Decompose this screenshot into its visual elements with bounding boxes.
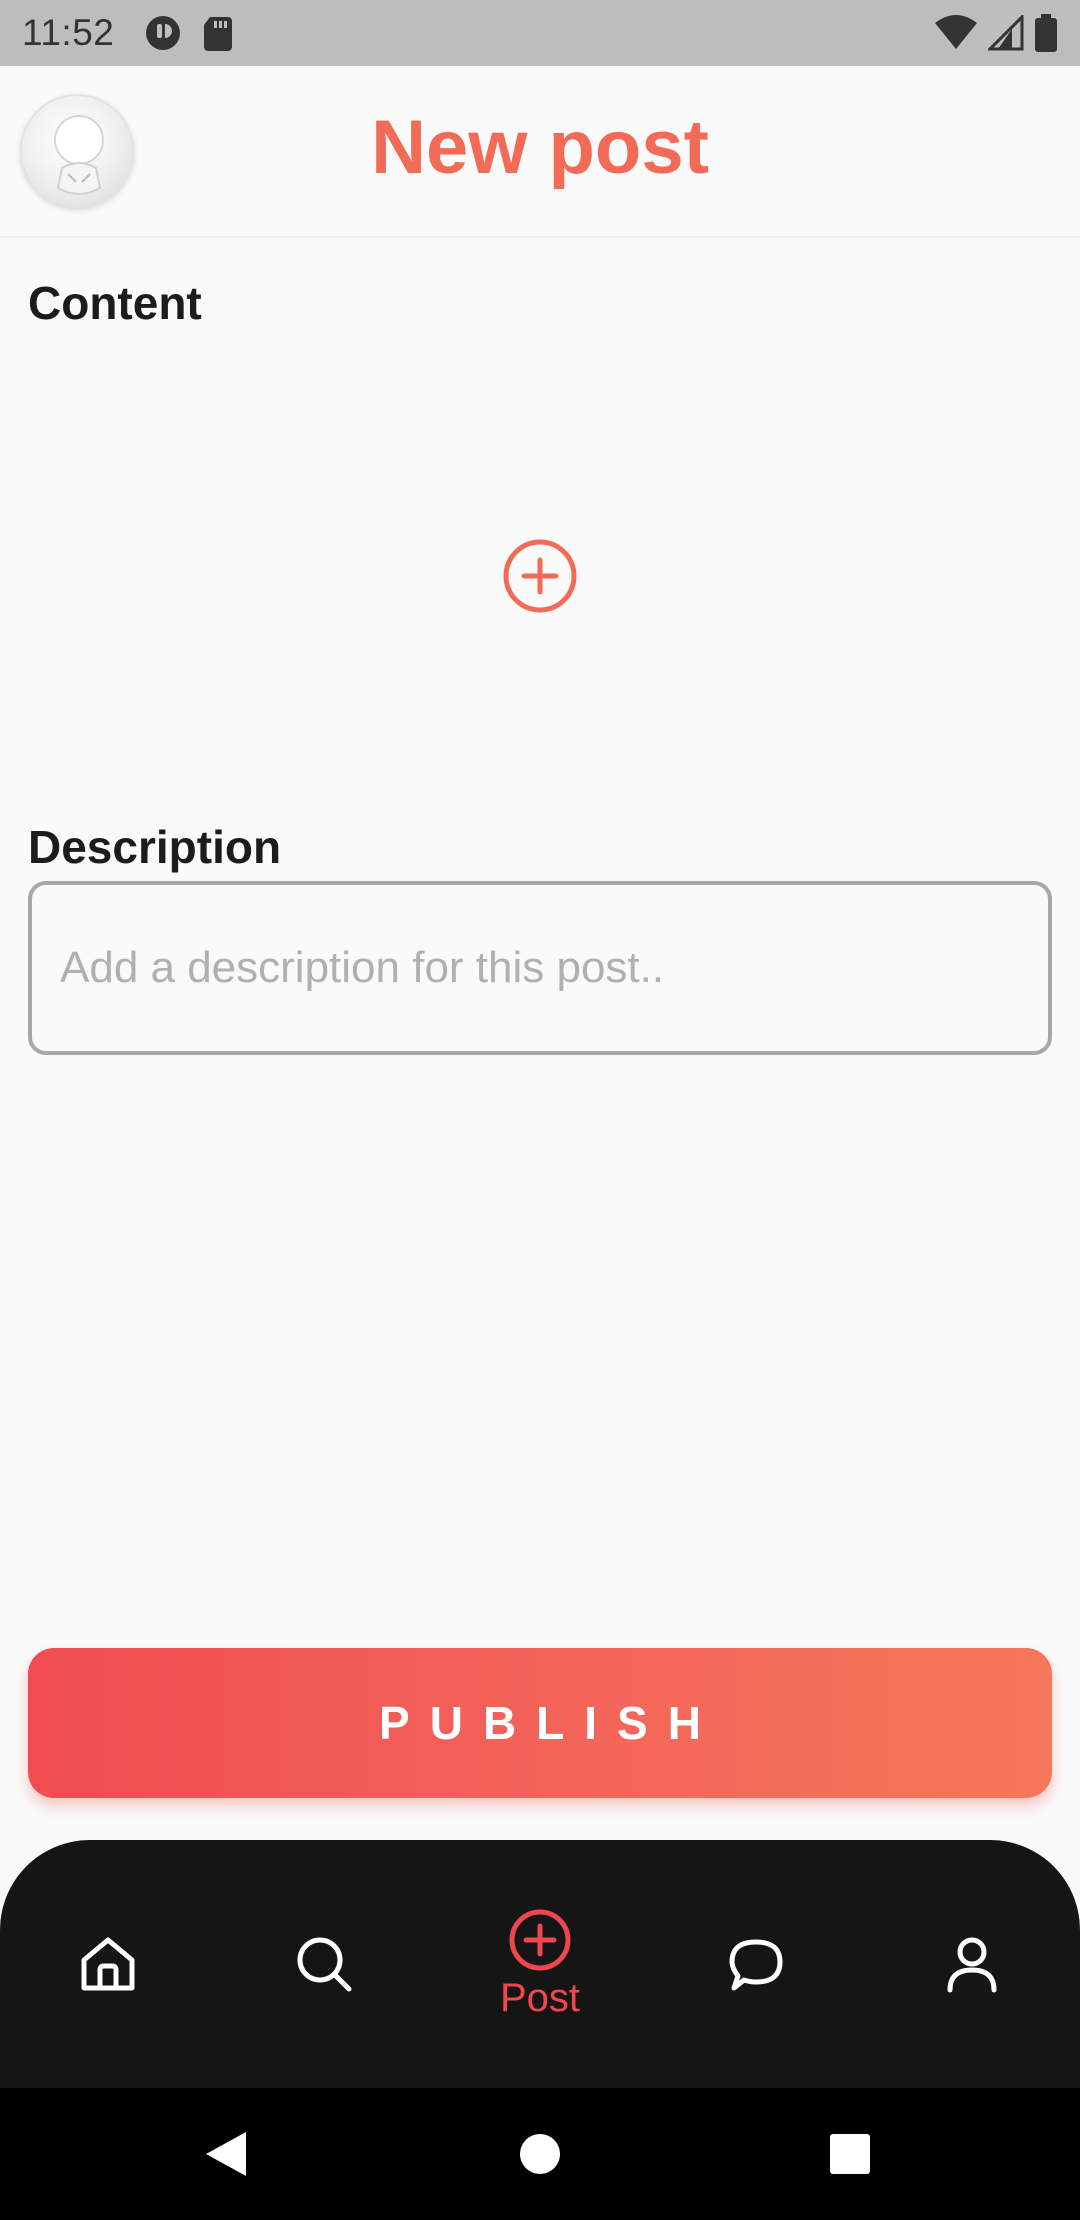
publish-button-label: PUBLISH [379,1697,721,1749]
status-bar: 11:52 [0,0,1080,66]
sd-card-icon [204,17,233,51]
description-field[interactable] [28,881,1052,1055]
status-system-icons [934,14,1058,52]
add-content-button[interactable] [502,538,578,614]
notification-app-icon [146,16,181,50]
cellular-signal-icon [988,15,1024,51]
publish-button[interactable]: PUBLISH [28,1648,1052,1798]
search-icon [297,1937,352,1992]
chat-icon [729,1939,783,1991]
back-triangle-icon [206,2132,246,2176]
nav-item-search[interactable] [216,1840,432,2088]
system-nav-bar [0,2088,1080,2220]
nav-item-home[interactable] [0,1840,216,2088]
content-label: Content [28,277,202,329]
nav-item-profile[interactable] [864,1840,1080,2088]
description-input[interactable] [32,885,1048,1051]
wifi-icon [935,15,977,49]
app-header: New post [0,66,1080,238]
description-label: Description [28,821,282,873]
recents-square-icon [830,2134,870,2174]
status-notification-icons [144,14,234,52]
bottom-nav: Post [0,1840,1080,2088]
battery-icon [1035,14,1057,52]
nav-item-post-label: Post [499,1975,581,2020]
system-back-button[interactable] [166,2088,286,2220]
home-icon [81,1937,135,1991]
system-home-button[interactable] [480,2088,600,2220]
status-time: 11:52 [22,12,115,53]
page-title: New post [371,105,709,190]
plus-circle-icon [503,539,577,613]
home-circle-icon [520,2134,560,2174]
system-recents-button[interactable] [790,2088,910,2220]
nav-item-post[interactable]: Post [432,1840,648,2088]
plus-circle-icon [509,1909,571,1970]
nav-item-chat[interactable] [648,1840,864,2088]
profile-icon [947,1937,997,1993]
